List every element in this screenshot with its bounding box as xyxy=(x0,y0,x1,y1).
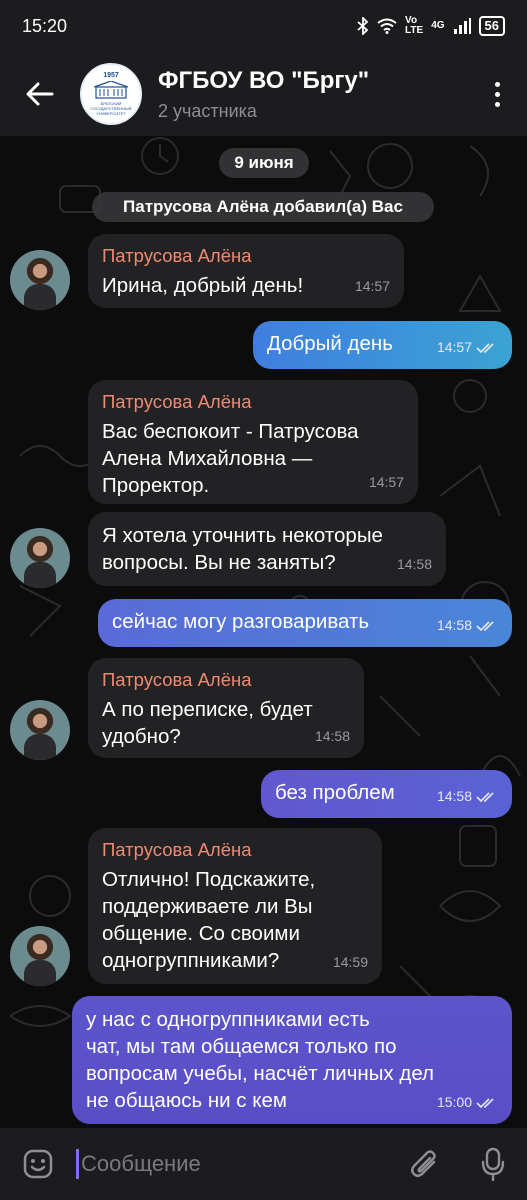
emoji-button[interactable] xyxy=(0,1128,76,1200)
status-time: 15:20 xyxy=(22,15,68,36)
arrow-left-icon xyxy=(26,82,54,106)
attach-button[interactable] xyxy=(391,1128,459,1200)
paperclip-icon xyxy=(411,1150,436,1177)
network-label: 4G xyxy=(431,20,445,31)
message-text: Ирина, добрый день! xyxy=(102,274,304,297)
sender-avatar[interactable] xyxy=(10,250,70,310)
sender-avatar[interactable] xyxy=(10,700,70,760)
message-input-bar: Сообщение xyxy=(0,1128,527,1200)
message-sender[interactable]: Патрусова Алёна xyxy=(102,838,368,862)
member-count: 2 участника xyxy=(158,100,257,121)
message-time: 15:00 xyxy=(436,1094,472,1110)
chat-header: 1957 БРАТСКИЙ ГОСУДАРСТВЕННЫЙ УНИВЕРСИТЕ… xyxy=(0,52,527,136)
double-check-icon xyxy=(476,620,494,631)
outgoing-message[interactable]: Добрый день 14:57 xyxy=(253,321,512,369)
message-text: Отлично! Подскажите, поддерживаете ли Вы… xyxy=(102,868,316,972)
sender-avatar[interactable] xyxy=(10,528,70,588)
bluetooth-icon xyxy=(357,17,369,35)
outgoing-message[interactable]: сейчас могу разговаривать 14:58 xyxy=(98,599,512,647)
more-menu-button[interactable] xyxy=(467,52,527,136)
menu-dot xyxy=(494,91,500,97)
service-message: Патрусова Алёна добавил(а) Вас xyxy=(92,192,434,222)
message-time: 14:57 xyxy=(368,474,404,490)
message-text: А по переписке, будет удобно? xyxy=(102,698,313,748)
double-check-icon xyxy=(476,342,494,353)
microphone-icon xyxy=(481,1147,505,1181)
back-button[interactable] xyxy=(0,52,80,136)
message-meta: 14:58 xyxy=(437,783,498,810)
message-list[interactable]: 9 июня Патрусова Алёна добавил(а) Вас Па… xyxy=(0,136,527,1128)
incoming-message[interactable]: Патрусова Алёна Отлично! Подскажите, под… xyxy=(88,828,382,984)
message-input[interactable]: Сообщение xyxy=(76,1149,391,1179)
message-text: Я хотела уточнить некоторые вопросы. Вы … xyxy=(102,524,383,574)
date-divider: 9 июня xyxy=(219,148,309,178)
more-vertical-icon xyxy=(494,81,500,87)
message-time: 14:58 xyxy=(436,788,472,804)
incoming-message[interactable]: Патрусова Алёна А по переписке, будет уд… xyxy=(88,658,364,758)
message-time: 14:58 xyxy=(436,617,472,633)
chat-title-block[interactable]: ФГБОУ ВО "Бргу" 2 участника xyxy=(158,67,467,122)
university-building-icon xyxy=(94,81,128,99)
message-time: 14:57 xyxy=(436,339,472,355)
signal-icon xyxy=(453,18,471,34)
chat-title: ФГБОУ ВО "Бргу" xyxy=(158,66,370,94)
message-meta: 14:59 xyxy=(333,949,368,976)
incoming-message[interactable]: Патрусова Алёна Вас беспокоит - Патрусов… xyxy=(88,380,418,504)
message-meta: 14:57 xyxy=(355,273,390,300)
message-time: 14:58 xyxy=(314,728,350,744)
message-meta: 14:58 xyxy=(397,551,432,578)
outgoing-message[interactable]: без проблем 14:58 xyxy=(261,770,512,818)
double-check-icon xyxy=(476,791,494,802)
battery-indicator: 56 xyxy=(478,16,505,36)
group-avatar[interactable]: 1957 БРАТСКИЙ ГОСУДАРСТВЕННЫЙ УНИВЕРСИТЕ… xyxy=(80,63,142,125)
message-meta: 15:00 xyxy=(437,1089,498,1116)
wifi-icon xyxy=(377,18,397,34)
double-check-icon xyxy=(476,1097,494,1108)
message-sender[interactable]: Патрусова Алёна xyxy=(102,390,404,414)
incoming-message[interactable]: Я хотела уточнить некоторые вопросы. Вы … xyxy=(88,512,446,586)
text-cursor xyxy=(76,1149,79,1179)
status-icons: Vo LTE 4G 56 xyxy=(357,16,505,36)
volte-label: Vo LTE xyxy=(405,15,424,36)
incoming-message[interactable]: Патрусова Алёна Ирина, добрый день! 14:5… xyxy=(88,234,404,308)
input-placeholder: Сообщение xyxy=(81,1151,201,1176)
message-meta: 14:57 xyxy=(369,469,404,496)
message-time: 14:57 xyxy=(354,278,390,294)
status-bar: 15:20 Vo LTE 4G 56 xyxy=(0,0,527,52)
message-meta: 14:58 xyxy=(315,723,350,750)
message-sender[interactable]: Патрусова Алёна xyxy=(102,668,350,692)
logo-year: 1957 xyxy=(103,72,119,79)
sender-avatar[interactable] xyxy=(10,926,70,986)
message-time: 14:59 xyxy=(332,954,368,970)
message-meta: 14:57 xyxy=(437,334,498,361)
outgoing-message[interactable]: у нас с одногруппниками есть чат, мы там… xyxy=(72,996,512,1124)
message-meta: 14:58 xyxy=(437,612,498,639)
emoji-icon xyxy=(23,1149,53,1179)
logo-text: БРАТСКИЙ ГОСУДАРСТВЕННЫЙ УНИВЕРСИТЕТ xyxy=(90,101,132,116)
message-text: Вас беспокоит - Патрусова Алена Михайлов… xyxy=(102,420,359,497)
message-sender[interactable]: Патрусова Алёна xyxy=(102,244,390,268)
voice-record-button[interactable] xyxy=(459,1128,527,1200)
message-time: 14:58 xyxy=(396,556,432,572)
menu-dot xyxy=(494,101,500,107)
